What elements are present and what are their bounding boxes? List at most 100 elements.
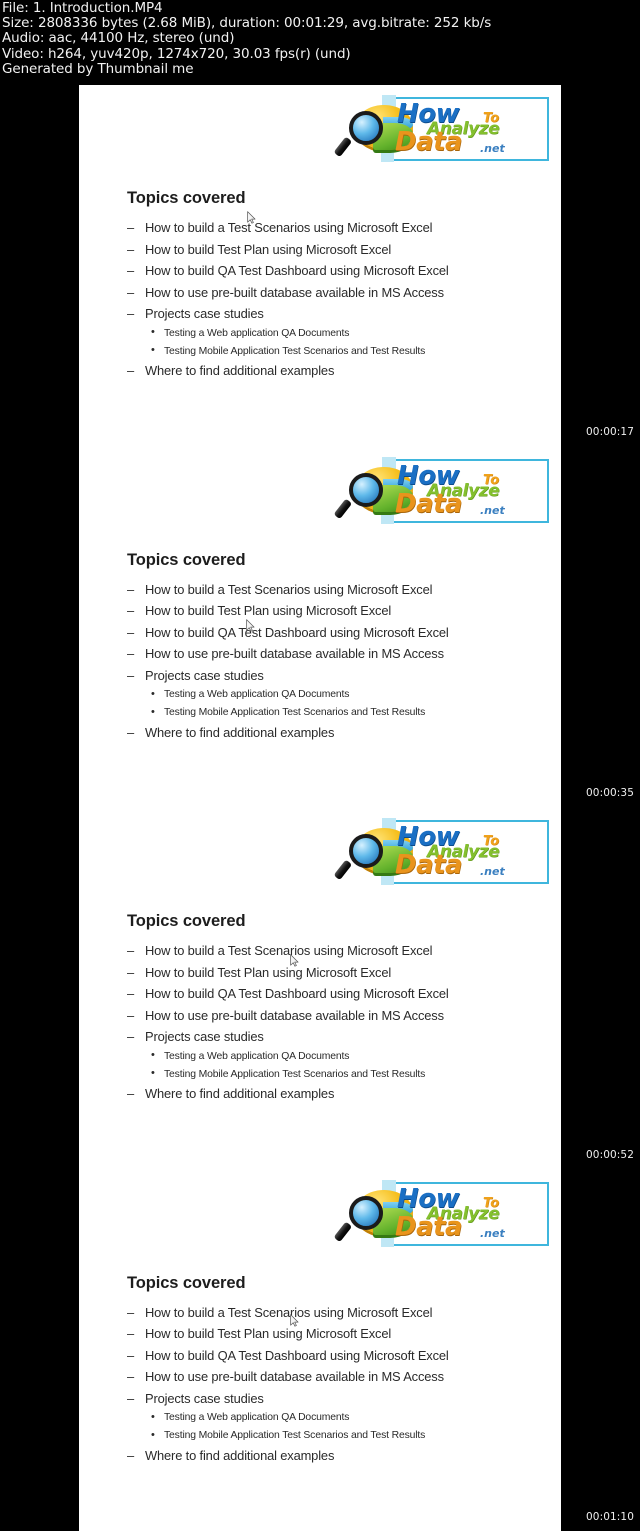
logo-wordmark: How To Analyze Data .net: [395, 461, 545, 521]
video-frame-thumbnail[interactable]: How To Analyze Data .net Topics covered …: [79, 808, 561, 1170]
bullet-item: – How to build a Test Scenarios using Mic…: [127, 1302, 537, 1324]
dash-marker-icon: –: [127, 603, 135, 619]
bullet-item: – How to build QA Test Dashboard using Mi…: [127, 622, 537, 644]
bullet-item: – How to build QA Test Dashboard using Mi…: [127, 260, 537, 282]
bullet-text: Where to find additional examples: [145, 1447, 335, 1463]
bullet-item: – Projects case studies: [127, 665, 537, 687]
logo-wordmark: How To Analyze Data .net: [395, 99, 545, 159]
bullet-item: – Where to find additional examples: [127, 1445, 537, 1467]
dash-marker-icon: –: [127, 943, 135, 958]
dash-marker-icon: –: [127, 1304, 135, 1320]
bullet-item: – How to build Test Plan using Microsoft …: [127, 239, 537, 261]
sub-bullet-text: Testing a Web application QA Documents: [164, 327, 350, 339]
bullet-text: Where to find additional examples: [145, 1086, 335, 1102]
site-logo: How To Analyze Data .net: [333, 95, 551, 163]
bullet-item: – How to build QA Test Dashboard using Mi…: [127, 983, 537, 1005]
site-logo: How To Analyze Data .net: [333, 818, 551, 886]
sub-bullet-item: • Testing Mobile Application Test Scenari…: [127, 1066, 537, 1084]
bullet-item: – How to use pre-built database available…: [127, 1366, 537, 1388]
bullet-text: Projects case studies: [145, 667, 264, 683]
video-metadata-header: File: 1. Introduction.MP4 Size: 2808336 …: [2, 0, 638, 77]
dash-marker-icon: –: [127, 1326, 135, 1342]
site-logo: How To Analyze Data .net: [333, 1179, 551, 1248]
dot-marker-icon: •: [151, 326, 155, 339]
topics-list: – How to build a Test Scenarios using Mic…: [127, 217, 537, 382]
dash-marker-icon: –: [127, 964, 135, 980]
bullet-item: – How to build a Test Scenarios using Mic…: [127, 579, 537, 601]
sub-bullet-item: • Testing Mobile Application Test Scenari…: [127, 1427, 537, 1445]
bullet-item: – How to build QA Test Dashboard using Mi…: [127, 1345, 537, 1367]
bullet-text: How to use pre-built database available …: [145, 284, 444, 300]
sub-bullet-item: • Testing a Web application QA Documents: [127, 1048, 537, 1066]
thumbnail-contact-sheet: How To Analyze Data .net Topics covered …: [79, 85, 561, 1531]
dash-marker-icon: –: [127, 581, 135, 597]
metadata-line-size: Size: 2808336 bytes (2.68 MiB), duration…: [2, 15, 492, 32]
bullet-text: How to use pre-built database available …: [145, 1007, 444, 1023]
dash-marker-icon: –: [127, 263, 135, 279]
dash-marker-icon: –: [127, 306, 135, 322]
sub-bullet-text: Testing Mobile Application Test Scenario…: [164, 707, 426, 719]
frame-timestamp-3: 00:00:52: [586, 1149, 634, 1161]
slide-content: Topics covered – How to build a Test Scen…: [127, 189, 537, 382]
bullet-item: – Where to find additional examples: [127, 722, 537, 744]
bullet-item: – How to use pre-built database available…: [127, 643, 537, 665]
sub-bullet-item: • Testing a Web application QA Documents: [127, 325, 537, 343]
slide-title: Topics covered: [127, 550, 246, 569]
dash-marker-icon: –: [127, 667, 135, 683]
logo-word-net: .net: [480, 142, 505, 155]
logo-wordmark: How To Analyze Data .net: [395, 822, 545, 882]
bullet-text: How to build a Test Scenarios using Micr…: [145, 1304, 433, 1320]
logo-word-net: .net: [480, 503, 505, 517]
topics-list: – How to build a Test Scenarios using Mic…: [127, 940, 537, 1105]
metadata-line-generator: Generated by Thumbnail me: [2, 60, 194, 77]
dot-marker-icon: •: [151, 1049, 155, 1062]
video-frame-thumbnail[interactable]: How To Analyze Data .net Topics covered …: [79, 446, 561, 808]
dash-marker-icon: –: [127, 241, 135, 257]
bullet-item: – Where to find additional examples: [127, 360, 537, 382]
bullet-text: How to build QA Test Dashboard using Mic…: [145, 263, 449, 279]
dash-marker-icon: –: [127, 1086, 135, 1102]
dash-marker-icon: –: [127, 624, 135, 640]
topics-list: – How to build a Test Scenarios using Mic…: [127, 579, 537, 744]
bullet-text: Projects case studies: [145, 1029, 264, 1045]
dash-marker-icon: –: [127, 646, 135, 662]
dash-marker-icon: –: [127, 220, 135, 235]
frame-timestamp-1: 00:00:17: [586, 426, 634, 438]
slide-content: Topics covered – How to build a Test Scen…: [127, 1274, 537, 1467]
logo-word-data: Data: [395, 488, 463, 519]
bullet-text: How to build Test Plan using Microsoft E…: [145, 603, 392, 619]
dot-marker-icon: •: [151, 687, 155, 700]
dash-marker-icon: –: [127, 1029, 135, 1045]
dot-marker-icon: •: [151, 1410, 155, 1423]
metadata-line-file: File: 1. Introduction.MP4: [2, 0, 163, 16]
bullet-item: – Projects case studies: [127, 303, 537, 325]
logo-wordmark: How To Analyze Data .net: [395, 1184, 545, 1244]
dash-marker-icon: –: [127, 1347, 135, 1363]
dash-marker-icon: –: [127, 1369, 135, 1385]
bullet-text: How to build QA Test Dashboard using Mic…: [145, 1347, 449, 1363]
bullet-text: How to use pre-built database available …: [145, 646, 444, 662]
slide-content: Topics covered – How to build a Test Scen…: [127, 912, 537, 1105]
video-frame-thumbnail[interactable]: How To Analyze Data .net Topics covered …: [79, 85, 561, 447]
bullet-item: – How to use pre-built database available…: [127, 1005, 537, 1027]
sub-bullet-item: • Testing Mobile Application Test Scenari…: [127, 704, 537, 722]
dash-marker-icon: –: [127, 1007, 135, 1023]
slide-content: Topics covered – How to build a Test Scen…: [127, 551, 537, 744]
bullet-item: – How to build a Test Scenarios using Mic…: [127, 940, 537, 962]
bullet-text: How to build QA Test Dashboard using Mic…: [145, 986, 449, 1002]
dash-marker-icon: –: [127, 986, 135, 1002]
dash-marker-icon: –: [127, 724, 135, 740]
logo-word-data: Data: [395, 127, 463, 157]
bullet-text: Where to find additional examples: [145, 363, 335, 379]
bullet-item: – How to build Test Plan using Microsoft …: [127, 1323, 537, 1345]
sub-bullet-text: Testing Mobile Application Test Scenario…: [164, 1430, 426, 1442]
topics-list: – How to build a Test Scenarios using Mic…: [127, 1302, 537, 1467]
sub-bullet-item: • Testing Mobile Application Test Scenari…: [127, 343, 537, 361]
bullet-item: – Projects case studies: [127, 1026, 537, 1048]
video-frame-thumbnail[interactable]: How To Analyze Data .net Topics covered …: [79, 1169, 561, 1531]
site-logo: How To Analyze Data .net: [333, 456, 551, 525]
bullet-item: – How to build Test Plan using Microsoft …: [127, 962, 537, 984]
sub-bullet-text: Testing Mobile Application Test Scenario…: [164, 1068, 426, 1080]
slide-title: Topics covered: [127, 912, 246, 930]
sub-bullet-item: • Testing a Web application QA Documents: [127, 1409, 537, 1427]
